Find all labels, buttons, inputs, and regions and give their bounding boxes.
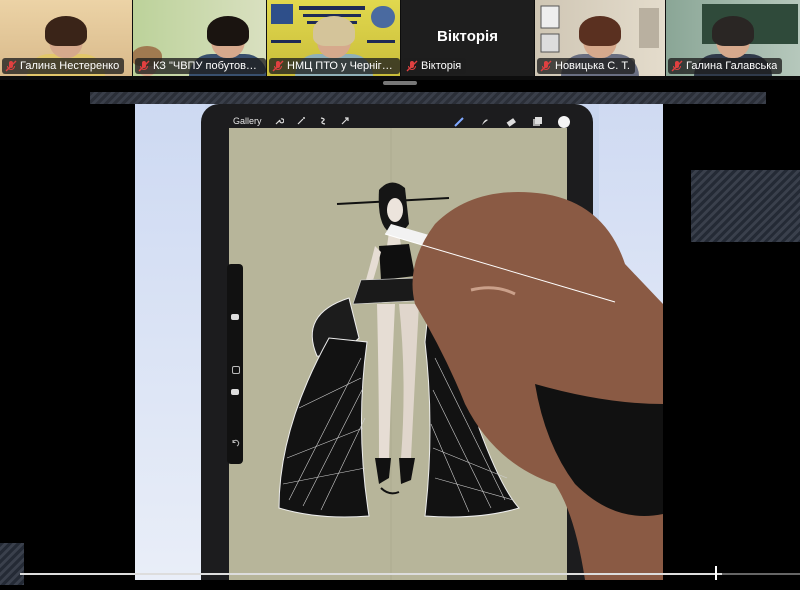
name-label: Галина Нестеренко (2, 58, 125, 74)
participants-strip: Галина Нестеренко КЗ "ЧВПУ побутового об… (0, 0, 800, 80)
participant-name: НМЦ ПТО у Чернігівс... (287, 60, 395, 72)
side-panel-placeholder (691, 170, 800, 242)
muted-mic-icon (671, 60, 683, 72)
transform-arrow-icon[interactable] (340, 116, 350, 126)
wrench-icon[interactable] (274, 116, 284, 126)
participant-tile-camera-off[interactable]: Вікторія Вікторія (401, 0, 534, 76)
layers-icon[interactable] (531, 116, 543, 128)
participant-name: КЗ "ЧВПУ побутового об... (153, 60, 261, 72)
magic-wand-icon[interactable] (296, 116, 306, 126)
smudge-icon[interactable] (479, 116, 491, 128)
muted-mic-icon (540, 60, 552, 72)
participant-name: Новицька С. Т. (555, 60, 630, 72)
participant-center-name: Вікторія (437, 28, 498, 45)
participant-tile[interactable]: НМЦ ПТО у Чернігівс... (267, 0, 400, 76)
video-side-background (135, 104, 205, 580)
name-label: Галина Галавська (668, 58, 783, 74)
participant-name: Вікторія (421, 60, 462, 72)
playback-scrubber-handle[interactable] (715, 566, 717, 580)
name-label: НМЦ ПТО у Чернігівс... (269, 58, 400, 74)
name-label: Новицька С. Т. (537, 58, 635, 74)
brush-icon[interactable] (453, 116, 465, 128)
muted-mic-icon (138, 60, 150, 72)
muted-mic-icon (406, 60, 418, 72)
side-panel-placeholder (0, 543, 24, 585)
selection-icon[interactable] (318, 116, 328, 126)
muted-mic-icon (272, 60, 284, 72)
procreate-right-tools (453, 115, 571, 129)
name-label: Вікторія (403, 58, 467, 74)
participant-name: Галина Нестеренко (20, 60, 120, 72)
name-label: КЗ "ЧВПУ побутового об... (135, 58, 266, 74)
participant-tile[interactable]: Новицька С. Т. (535, 0, 665, 76)
strip-drag-handle[interactable] (383, 81, 417, 85)
participant-tile[interactable]: Галина Галавська (666, 0, 800, 76)
playback-progress-fill (20, 573, 722, 575)
share-top-band (90, 92, 766, 104)
color-picker-icon[interactable] (557, 115, 571, 129)
participant-tile-active[interactable]: КЗ "ЧВПУ побутового об... (133, 0, 266, 76)
gallery-button[interactable]: Gallery (233, 116, 262, 126)
playback-progress-bar[interactable] (20, 573, 800, 575)
participant-tile[interactable]: Галина Нестеренко (0, 0, 132, 76)
eraser-icon[interactable] (505, 116, 517, 128)
muted-mic-icon (5, 60, 17, 72)
shared-screen-video[interactable]: Gallery (135, 104, 663, 580)
hand-with-stylus (384, 192, 663, 580)
participant-name: Галина Галавська (686, 60, 778, 72)
